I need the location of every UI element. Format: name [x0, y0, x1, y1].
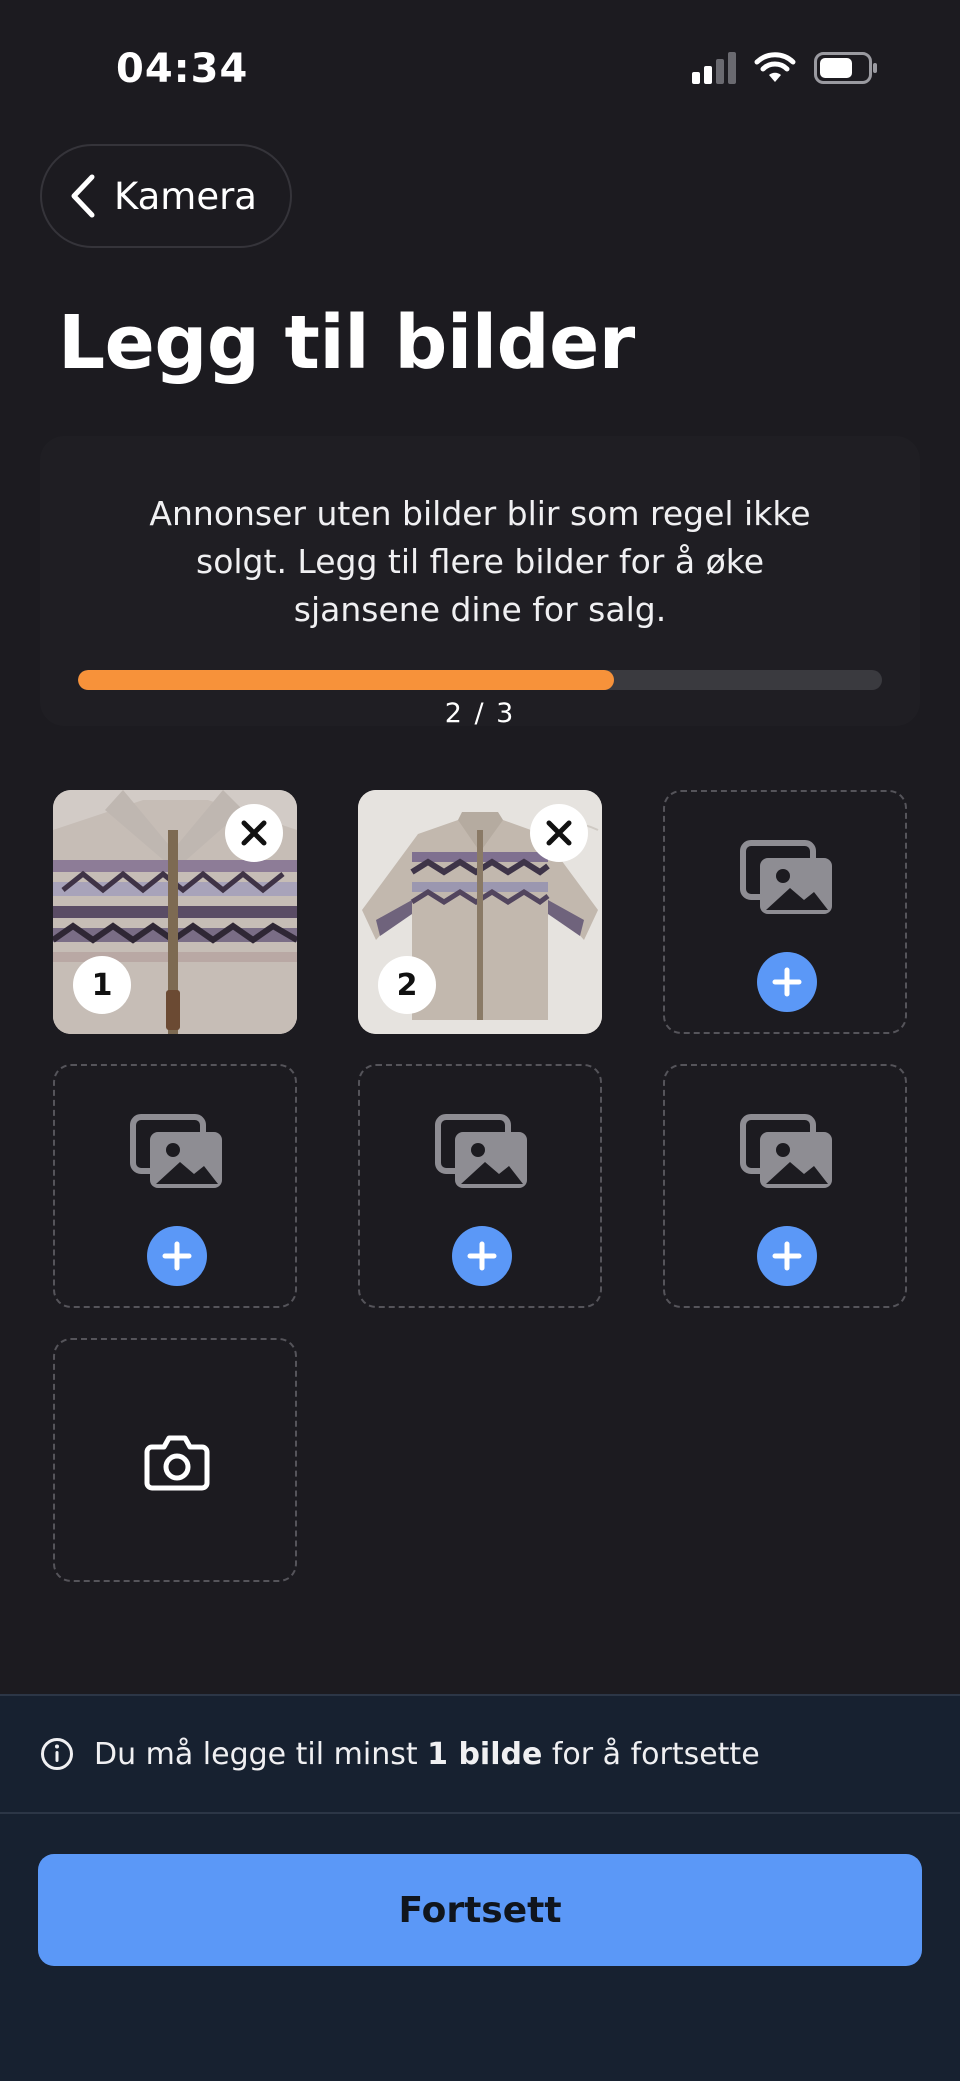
progress-label: 2 / 3	[444, 698, 516, 729]
wifi-icon	[754, 52, 796, 82]
gallery-icon	[435, 1114, 527, 1188]
info-text: Annonser uten bilder blir som regel ikke…	[149, 494, 811, 629]
add-photo-slot[interactable]	[53, 1064, 297, 1308]
plus-icon	[162, 1241, 192, 1271]
status-bar: 04:34	[0, 0, 960, 140]
add-photo-slot[interactable]	[663, 1064, 907, 1308]
photo-tile[interactable]: 1	[53, 790, 297, 1034]
footer: Du må legge til minst 1 bilde for å fort…	[0, 1694, 960, 2081]
progress-fill	[78, 670, 615, 690]
chevron-left-icon	[71, 174, 95, 218]
photo-number-badge: 1	[73, 956, 131, 1014]
camera-icon	[144, 1435, 210, 1491]
notice-suffix: for å fortsette	[542, 1736, 760, 1772]
add-photo-slot[interactable]	[358, 1064, 602, 1308]
page-title: Legg til bilder	[58, 300, 635, 386]
close-icon	[241, 820, 267, 846]
status-time: 04:34	[116, 46, 249, 92]
plus-icon	[467, 1241, 497, 1271]
add-photo-button[interactable]	[147, 1226, 207, 1286]
add-photo-slot[interactable]	[663, 790, 907, 1034]
notice-bold: 1 bilde	[427, 1736, 543, 1772]
photo-number-badge: 2	[378, 956, 436, 1014]
plus-icon	[772, 1241, 802, 1271]
info-icon	[41, 1738, 73, 1770]
notice-text: Du må legge til minst 1 bilde for å fort…	[94, 1737, 760, 1772]
plus-icon	[772, 967, 802, 997]
photo-tile[interactable]: 2	[358, 790, 602, 1034]
remove-photo-button[interactable]	[530, 804, 588, 862]
back-label: Kamera	[114, 174, 257, 218]
progress-bar	[78, 670, 882, 690]
status-icons	[692, 52, 878, 84]
gallery-icon	[740, 840, 832, 914]
add-photo-button[interactable]	[452, 1226, 512, 1286]
back-button[interactable]: Kamera	[40, 144, 292, 248]
add-photo-button[interactable]	[757, 952, 817, 1012]
cellular-signal-icon	[692, 52, 736, 84]
notice-prefix: Du må legge til minst	[94, 1736, 428, 1772]
continue-button[interactable]: Fortsett	[38, 1854, 922, 1966]
requirement-notice: Du må legge til minst 1 bilde for å fort…	[0, 1696, 960, 1814]
close-icon	[546, 820, 572, 846]
screen: 04:34 Kamera Legg til bilder Annonser ut…	[0, 0, 960, 2081]
add-photo-button[interactable]	[757, 1226, 817, 1286]
battery-icon	[814, 52, 877, 84]
info-card: Annonser uten bilder blir som regel ikke…	[40, 436, 920, 729]
camera-slot[interactable]	[53, 1338, 297, 1582]
gallery-icon	[740, 1114, 832, 1188]
remove-photo-button[interactable]	[225, 804, 283, 862]
gallery-icon	[130, 1114, 222, 1188]
